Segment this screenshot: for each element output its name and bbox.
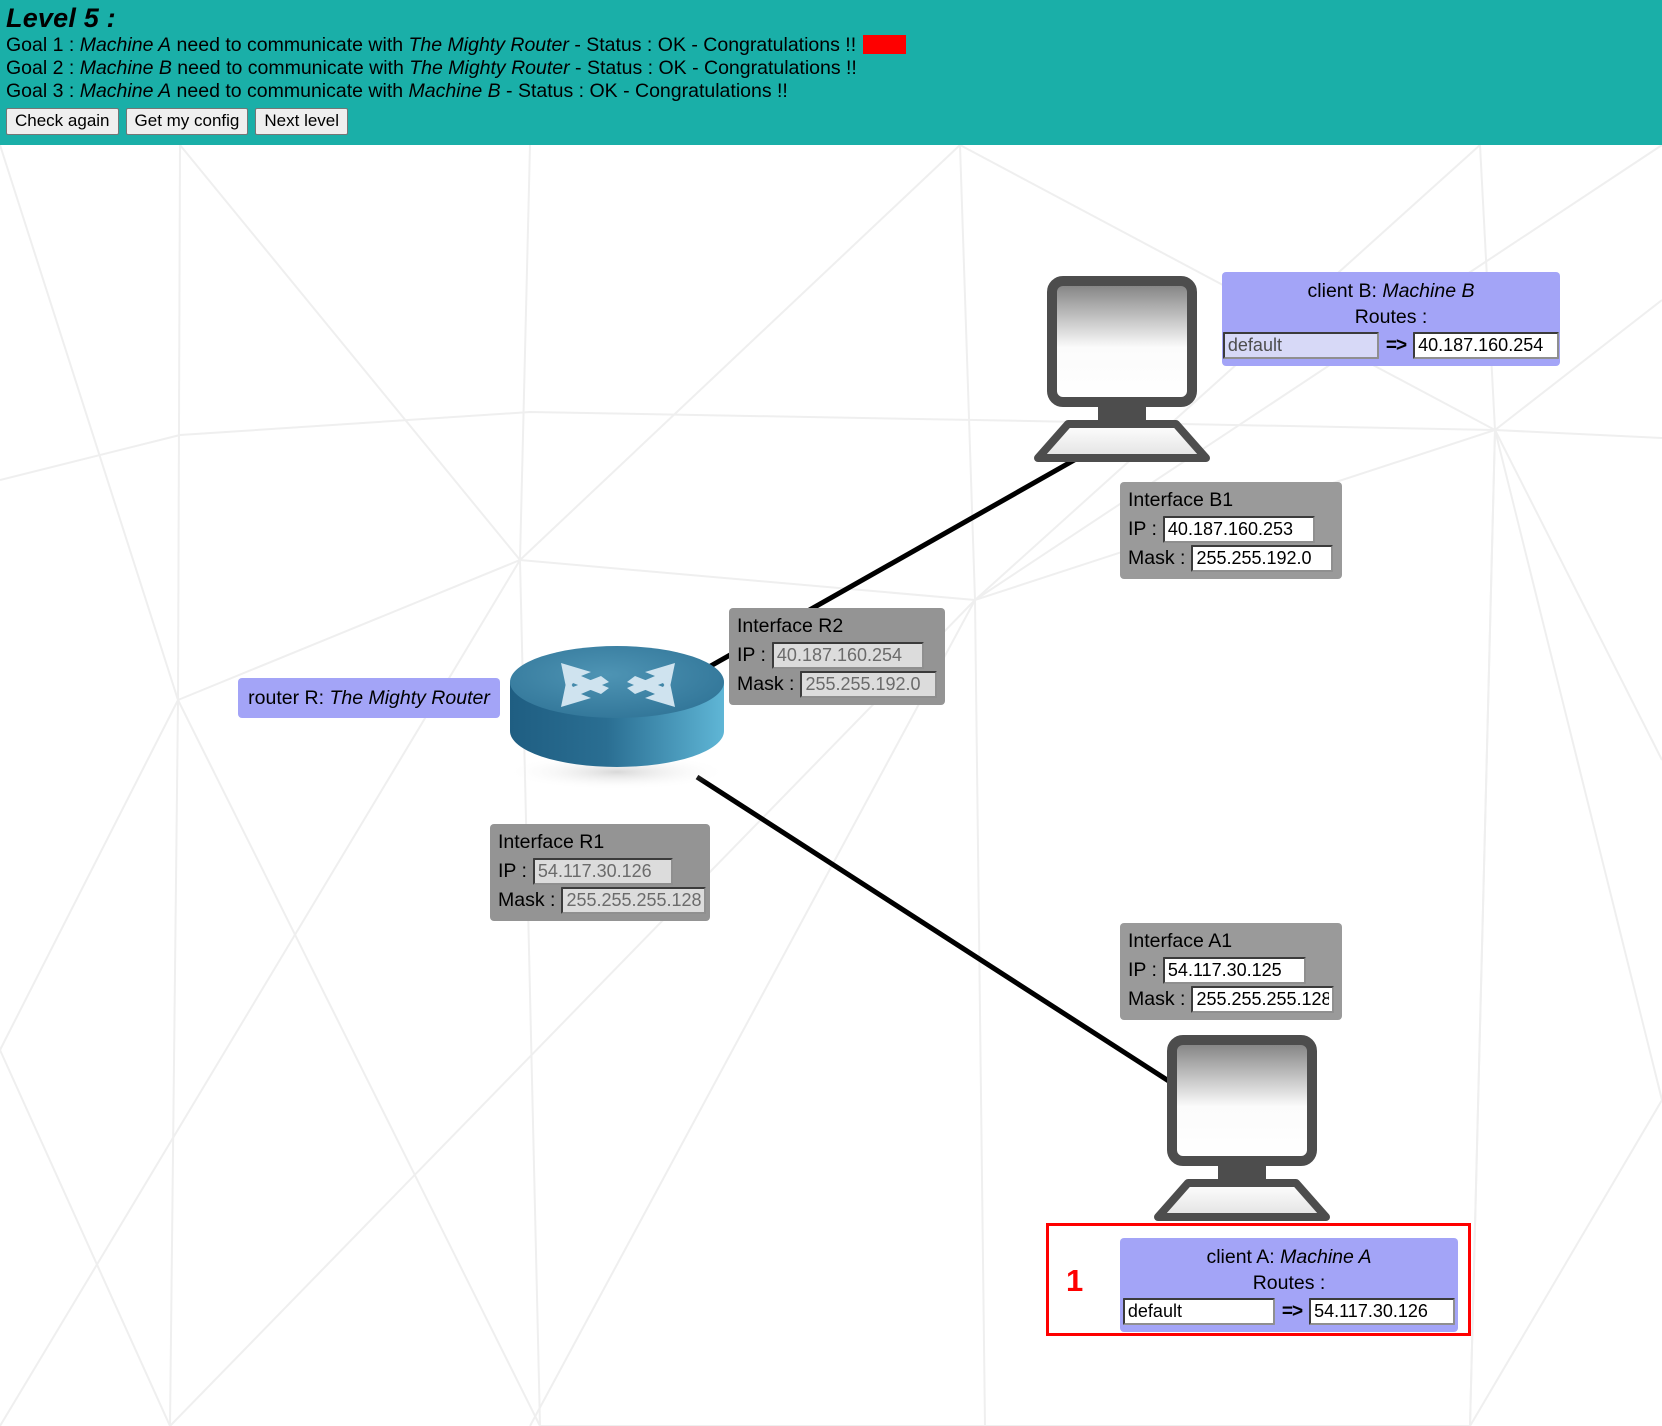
interface-r2-ip-row: IP :	[737, 642, 937, 669]
goal-2-prefix: Goal 2 :	[6, 57, 80, 79]
interface-b1-title: Interface B1	[1128, 489, 1234, 511]
client-a-route-gateway-input[interactable]	[1309, 1298, 1456, 1325]
client-a-title: client A: Machine A	[1128, 1244, 1450, 1270]
client-a-routes-label: Routes :	[1252, 1272, 1326, 1294]
router-icon	[505, 645, 730, 790]
client-a-highlight-number: 1	[1066, 1263, 1084, 1298]
client-b-name: Machine B	[1382, 280, 1475, 302]
interface-a1-mask-label: Mask :	[1128, 988, 1186, 1010]
client-b-prefix: client B:	[1307, 280, 1383, 302]
goal-1-subject: Machine A	[79, 34, 172, 56]
client-a-panel: client A: Machine A Routes : =>	[1120, 1238, 1458, 1332]
interface-b1-mask-input[interactable]	[1191, 545, 1334, 572]
page-title: Level 5 :	[6, 3, 116, 33]
client-a-route-destination-input[interactable]	[1122, 1298, 1275, 1325]
client-b-route-row: =>	[1222, 332, 1560, 359]
goal-2-suffix: - Status : OK - Congratulations !!	[569, 57, 857, 79]
interface-b1-ip-input[interactable]	[1162, 516, 1315, 543]
get-my-config-button[interactable]: Get my config	[125, 108, 249, 135]
client-a-prefix: client A:	[1206, 1246, 1281, 1268]
interface-a1-ip-row: IP :	[1128, 957, 1334, 984]
interface-r1-mask-label: Mask :	[498, 889, 556, 911]
goal-3-prefix: Goal 3 :	[6, 80, 80, 102]
interface-a1-panel: Interface A1 IP : Mask :	[1120, 923, 1342, 1020]
client-b-title: client B: Machine B	[1230, 278, 1552, 304]
interface-a1-mask-row: Mask :	[1128, 986, 1335, 1013]
interface-b1-ip-row: IP :	[1128, 516, 1334, 543]
interface-r1-title: Interface R1	[498, 831, 605, 853]
goal-line-3: Goal 3 : Machine A need to communicate w…	[0, 80, 1662, 103]
goal-3-mid: need to communicate with	[171, 80, 409, 102]
interface-a1-ip-input[interactable]	[1162, 957, 1306, 984]
interface-b1-ip-label: IP :	[1128, 518, 1157, 540]
interface-r2-mask-input	[800, 671, 938, 698]
link-router-to-machine-a	[695, 774, 1180, 1090]
header-button-row: Check again Get my config Next level	[0, 108, 1662, 135]
client-b-route-destination-input[interactable]	[1222, 332, 1379, 359]
interface-r2-ip-label: IP :	[737, 644, 766, 666]
client-b-route-gateway-input[interactable]	[1413, 332, 1560, 359]
goal-1-prefix: Goal 1 :	[6, 34, 80, 56]
interface-r2-ip-input	[771, 642, 924, 669]
router-title: router R: The Mighty Router	[244, 685, 494, 711]
router-name: The Mighty Router	[329, 687, 490, 709]
goal-3-target: Machine B	[408, 80, 501, 102]
client-a-route-row: =>	[1122, 1298, 1456, 1325]
check-again-button[interactable]: Check again	[6, 108, 119, 135]
goal-2-target: The Mighty Router	[409, 57, 570, 79]
next-level-button[interactable]: Next level	[255, 108, 349, 135]
goal-line-1: Goal 1 : Machine A need to communicate w…	[0, 34, 1662, 57]
goal-3-suffix: - Status : OK - Congratulations !!	[500, 80, 788, 102]
goal-2-subject: Machine B	[79, 57, 172, 79]
level-page: Level 5 : Goal 1 : Machine A need to com…	[0, 0, 1662, 1426]
interface-b1-panel: Interface B1 IP : Mask :	[1120, 482, 1342, 579]
interface-r1-ip-input	[532, 858, 673, 885]
client-b-route-arrow: =>	[1385, 334, 1407, 356]
interface-r1-panel: Interface R1 IP : Mask :	[490, 824, 710, 921]
interface-b1-mask-label: Mask :	[1128, 547, 1186, 569]
goal-1-mid: need to communicate with	[171, 34, 409, 56]
interface-a1-mask-input[interactable]	[1191, 986, 1335, 1013]
interface-r2-title: Interface R2	[737, 615, 844, 637]
interface-r2-mask-row: Mask :	[737, 671, 938, 698]
level-header-banner: Level 5 : Goal 1 : Machine A need to com…	[0, 0, 1662, 145]
client-a-route-arrow: =>	[1281, 1300, 1303, 1322]
goal-1-target: The Mighty Router	[408, 34, 569, 56]
goal-2-mid: need to communicate with	[171, 57, 410, 79]
interface-r1-ip-row: IP :	[498, 858, 702, 885]
interface-b1-mask-row: Mask :	[1128, 545, 1334, 572]
router-prefix: router R:	[248, 687, 330, 709]
machine-a-computer-icon	[1130, 1035, 1380, 1225]
client-b-panel: client B: Machine B Routes : =>	[1222, 272, 1560, 366]
goal-1-suffix: - Status : OK - Congratulations !!	[568, 34, 857, 56]
goal-line-2: Goal 2 : Machine B need to communicate w…	[0, 57, 1662, 80]
goal-3-subject: Machine A	[79, 80, 172, 102]
router-label-panel: router R: The Mighty Router	[238, 678, 500, 718]
interface-r1-mask-input	[561, 887, 707, 914]
interface-a1-ip-label: IP :	[1128, 959, 1157, 981]
goal-1-status-flag	[863, 35, 907, 54]
interface-r1-ip-label: IP :	[498, 860, 527, 882]
interface-a1-title: Interface A1	[1128, 930, 1233, 952]
interface-r2-mask-label: Mask :	[737, 673, 795, 695]
interface-r2-panel: Interface R2 IP : Mask :	[729, 608, 945, 705]
client-a-name: Machine A	[1280, 1246, 1372, 1268]
interface-r1-mask-row: Mask :	[498, 887, 707, 914]
client-b-routes-label: Routes :	[1354, 306, 1428, 328]
